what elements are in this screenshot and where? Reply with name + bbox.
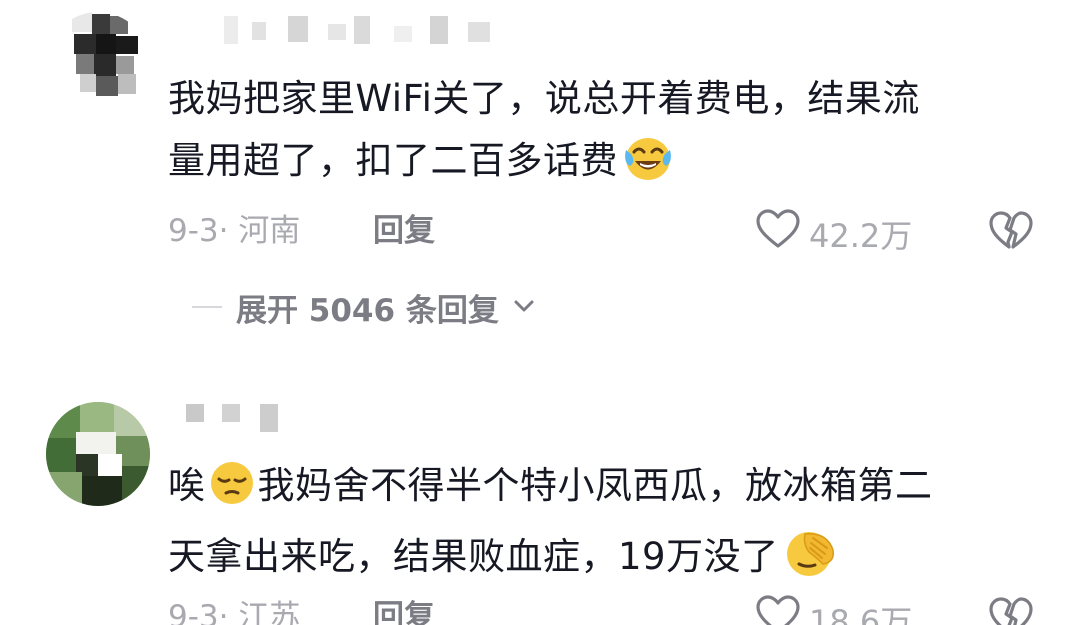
heart-outline-icon — [755, 208, 801, 263]
comment-text-line: 量用超了，扣了二百多话费 — [168, 130, 1038, 201]
heart-outline-icon — [755, 594, 801, 625]
comment-text-line: 唉 我妈舍不得半个特小凤西瓜，放冰箱第二 — [168, 455, 1038, 526]
comment-meta: 9-3· 河南 回复 42.2万 — [168, 208, 1038, 255]
face-palm-emoji-icon — [783, 528, 837, 597]
like-button[interactable]: 18.6万 — [755, 594, 912, 625]
like-count: 42.2万 — [809, 216, 913, 255]
comment-prefix: 唉 — [168, 464, 206, 507]
comment-text-line-text: 我妈舍不得半个特小凤西瓜，放冰箱第二 — [257, 464, 933, 507]
avatar[interactable] — [46, 402, 150, 506]
comment-meta: 9-3· 江苏 回复 18.6万 — [168, 594, 1038, 625]
expand-replies-label: 展开 5046 条回复 — [236, 292, 499, 329]
date-location: 9-3· 河南 — [168, 213, 301, 249]
like-count: 18.6万 — [809, 602, 913, 625]
divider — [192, 306, 222, 308]
comment-item: 我妈把家里WiFi关了，说总开着费电，结果流 量用超了，扣了二百多话费 9-3·… — [0, 0, 1080, 390]
comment-content: 我妈把家里WiFi关了，说总开着费电，结果流 量用超了，扣了二百多话费 — [168, 68, 1038, 201]
reply-button[interactable]: 回复 — [373, 594, 435, 625]
expand-replies-button[interactable]: 展开 5046 条回复 — [192, 284, 535, 330]
comment-content: 唉 我妈舍不得半个特小凤西瓜，放冰箱第二 天拿出来吃，结果败血症，19万没了 — [168, 455, 1038, 597]
dislike-button[interactable] — [988, 210, 1034, 265]
dislike-button[interactable] — [988, 596, 1034, 625]
broken-heart-icon — [988, 211, 1034, 260]
date-location: 9-3· 江苏 — [168, 599, 301, 625]
comment-text-line: 我妈把家里WiFi关了，说总开着费电，结果流 — [168, 77, 920, 120]
like-button[interactable]: 42.2万 — [755, 208, 912, 263]
reply-button[interactable]: 回复 — [373, 208, 435, 254]
pensive-face-emoji-icon — [208, 459, 256, 526]
comment-text-line: 天拿出来吃，结果败血症，19万没了 — [168, 526, 1038, 597]
broken-heart-icon — [988, 597, 1034, 625]
chevron-down-icon — [513, 298, 535, 317]
comment-text-line-text: 天拿出来吃，结果败血症，19万没了 — [168, 535, 779, 578]
comment-list: 我妈把家里WiFi关了，说总开着费电，结果流 量用超了，扣了二百多话费 9-3·… — [0, 0, 1080, 625]
crying-laugh-emoji-icon — [622, 132, 674, 201]
avatar[interactable] — [46, 12, 150, 116]
comment-text-line-text: 量用超了，扣了二百多话费 — [168, 139, 618, 182]
